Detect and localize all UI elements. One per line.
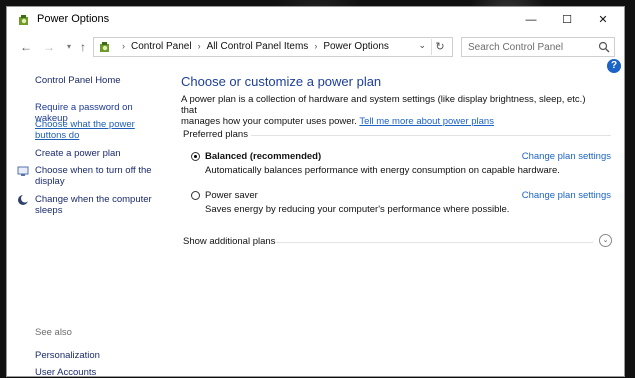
window-title: Power Options (37, 13, 110, 25)
forward-button[interactable]: → (41, 39, 57, 55)
see-also-heading: See also (35, 327, 72, 338)
change-plan-settings-link[interactable]: Change plan settings (522, 151, 611, 162)
divider (251, 135, 611, 136)
description-text: manages how your computer uses power. (181, 116, 357, 127)
sidebar-item-personalization[interactable]: Personalization (35, 350, 100, 361)
plan-balanced[interactable]: Balanced (recommended) Automatically bal… (191, 151, 611, 185)
learn-more-link[interactable]: Tell me more about power plans (359, 116, 494, 127)
plan-name[interactable]: Power saver (205, 190, 258, 201)
page-title: Choose or customize a power plan (181, 74, 382, 89)
sidebar-item-user-accounts[interactable]: User Accounts (35, 367, 96, 378)
sidebar-item-label: display (35, 176, 65, 187)
search-box[interactable] (461, 37, 615, 57)
page-description: A power plan is a collection of hardware… (181, 94, 591, 127)
maximize-button[interactable]: ☐ (550, 7, 584, 33)
refresh-button[interactable]: ↻ (431, 39, 448, 55)
breadcrumb-separator: › (314, 41, 318, 51)
sidebar-item-power-buttons[interactable]: Choose what the power buttons do (35, 119, 135, 141)
sidebar-item-create-power-plan[interactable]: Create a power plan (35, 148, 121, 159)
divider (275, 242, 593, 243)
sidebar-item-label: sleeps (35, 205, 63, 216)
main-content: Choose or customize a power plan A power… (181, 61, 621, 376)
address-dropdown-icon[interactable]: ⌄ (418, 40, 426, 51)
radio-power-saver[interactable] (191, 191, 200, 200)
minimize-button[interactable]: — (514, 7, 548, 33)
title-bar: Power Options — ☐ ✕ (7, 7, 624, 33)
sidebar: Control Panel Home Require a password on… (7, 61, 167, 378)
plan-name[interactable]: Balanced (recommended) (205, 151, 321, 162)
control-panel-icon (100, 42, 109, 52)
display-icon (17, 166, 29, 176)
search-input[interactable] (468, 40, 588, 54)
sidebar-item-computer-sleeps[interactable]: Change when the computer sleeps (35, 194, 152, 216)
breadcrumb: › Control Panel › All Control Panel Items › P… (116, 41, 389, 52)
show-additional-plans-label[interactable]: Show additional plans (183, 236, 275, 247)
address-bar[interactable]: › Control Panel › All Control Panel Items › P… (93, 37, 453, 57)
close-button[interactable]: ✕ (586, 7, 620, 33)
radio-balanced[interactable] (191, 152, 200, 161)
plan-description: Automatically balances performance with … (205, 165, 560, 176)
plan-power-saver[interactable]: Power saver Saves energy by reducing you… (191, 190, 611, 224)
sidebar-item-label: Create a power plan (35, 148, 121, 159)
moon-icon (18, 194, 29, 205)
power-options-window: Power Options — ☐ ✕ ← → ▾ ↑ › Control Pan… (6, 6, 625, 378)
sidebar-item-control-panel-home[interactable]: Control Panel Home (35, 75, 121, 86)
back-button[interactable]: ← (18, 39, 34, 55)
plan-description: Saves energy by reducing your computer's… (205, 204, 510, 215)
breadcrumb-item-control-panel[interactable]: Control Panel (131, 41, 192, 52)
sidebar-item-label: Choose when to turn off the (35, 165, 152, 176)
sidebar-item-label: buttons do (35, 130, 80, 141)
sidebar-item-label: Change when the computer (35, 194, 152, 205)
breadcrumb-separator: › (197, 41, 201, 51)
up-button[interactable]: ↑ (75, 39, 91, 55)
breadcrumb-item-power-options[interactable]: Power Options (323, 41, 389, 52)
change-plan-settings-link[interactable]: Change plan settings (522, 190, 611, 201)
sidebar-item-label: Choose what the power (35, 119, 135, 130)
breadcrumb-item-all-items[interactable]: All Control Panel Items (207, 41, 309, 52)
power-options-icon (19, 15, 28, 25)
search-icon[interactable] (598, 41, 610, 53)
preferred-plans-label: Preferred plans (183, 129, 248, 140)
navigation-bar: ← → ▾ ↑ › Control Panel › All Control Panel… (7, 33, 624, 61)
sidebar-item-turn-off-display[interactable]: Choose when to turn off the display (35, 165, 152, 187)
description-text: A power plan is a collection of hardware… (181, 94, 586, 116)
chevron-down-icon[interactable]: ⌄ (599, 234, 612, 247)
breadcrumb-separator: › (122, 41, 125, 51)
